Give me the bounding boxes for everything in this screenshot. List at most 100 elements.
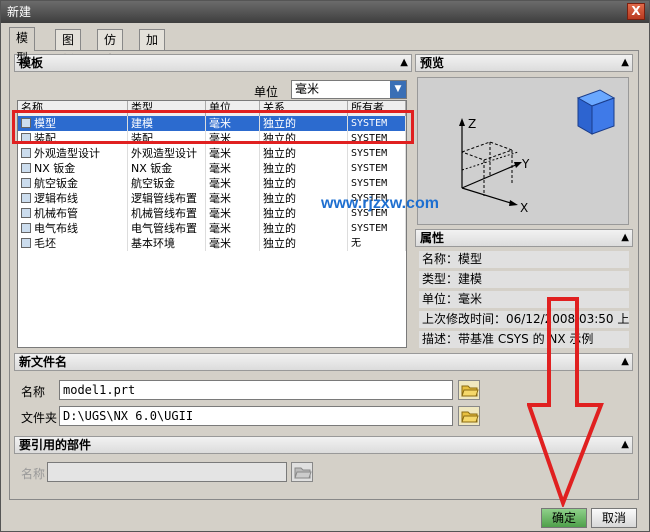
cell-name: 逻辑布线	[18, 191, 128, 206]
preview-image: Z Y X	[417, 77, 629, 225]
unit-label: 单位	[254, 85, 279, 99]
cell-name-text: 机械布管	[34, 207, 78, 220]
column-header-name[interactable]: 名称	[18, 101, 128, 116]
template-icon	[21, 178, 31, 188]
cell-name: 毛坯	[18, 236, 128, 251]
properties-header[interactable]: 属性 ▲	[415, 229, 633, 247]
cell-type: 航空钣金	[128, 176, 206, 191]
cell-name-text: NX 钣金	[34, 162, 76, 175]
cell-unit: 毫米	[206, 161, 260, 176]
list-item[interactable]: 航空钣金 航空钣金 毫米 独立的 SYSTEM	[18, 176, 406, 191]
list-item[interactable]: 模型 建模 毫米 独立的 SYSTEM	[18, 116, 406, 131]
list-item[interactable]: NX 钣金 NX 钣金 毫米 独立的 SYSTEM	[18, 161, 406, 176]
cell-type: NX 钣金	[128, 161, 206, 176]
browse-name-button[interactable]	[458, 380, 480, 400]
filename-input[interactable]: model1.prt	[59, 380, 453, 400]
cell-unit-text: 毫米	[209, 207, 231, 220]
template-icon	[21, 208, 31, 218]
cell-name: 机械布管	[18, 206, 128, 221]
cell-type: 基本环境	[128, 236, 206, 251]
list-item[interactable]: 毛坯 基本环境 毫米 独立的 无	[18, 236, 406, 251]
cell-name: 模型	[18, 116, 128, 131]
browse-folder-button[interactable]	[458, 406, 480, 426]
list-item[interactable]: 装配 装配 毫米 独立的 SYSTEM	[18, 131, 406, 146]
cell-unit-text: 毫米	[209, 147, 231, 160]
cell-relation-text: 独立的	[263, 147, 296, 160]
tab-manufacturing[interactable]: 加工	[139, 29, 166, 67]
close-button[interactable]: X	[627, 3, 645, 20]
cell-owner: SYSTEM	[348, 221, 406, 236]
prop-type: 类型：建模	[419, 271, 629, 288]
cell-type: 机械管线布置	[128, 206, 206, 221]
cell-relation-text: 独立的	[263, 207, 296, 220]
ok-button[interactable]: 确定	[541, 508, 587, 528]
cell-name-text: 航空钣金	[34, 177, 78, 190]
folder-input[interactable]: D:\UGS\NX 6.0\UGII	[59, 406, 453, 426]
cell-relation-text: 独立的	[263, 117, 296, 130]
cell-owner: SYSTEM	[348, 146, 406, 161]
cell-type-text: 基本环境	[131, 237, 175, 250]
list-item[interactable]: 外观造型设计 外观造型设计 毫米 独立的 SYSTEM	[18, 146, 406, 161]
cell-relation: 独立的	[260, 236, 348, 251]
cell-owner-text: SYSTEM	[351, 163, 388, 174]
list-item[interactable]: 电气布线 电气管线布置 毫米 独立的 SYSTEM	[18, 221, 406, 236]
column-header-owner[interactable]: 所有者	[348, 101, 406, 116]
cell-type: 电气管线布置	[128, 221, 206, 236]
prop-name: 名称：模型	[419, 251, 629, 268]
tab-simulation[interactable]: 仿真	[97, 29, 124, 67]
cell-owner-text: SYSTEM	[351, 178, 388, 189]
cell-type: 建模	[128, 116, 206, 131]
cell-unit: 毫米	[206, 131, 260, 146]
template-icon	[21, 238, 31, 248]
collapse-icon[interactable]: ▲	[621, 55, 629, 71]
cell-unit: 毫米	[206, 176, 260, 191]
collapse-icon[interactable]: ▲	[621, 354, 629, 370]
title-bar[interactable]: 新建 X	[1, 1, 649, 23]
tab-drawing[interactable]: 图纸	[55, 29, 82, 67]
ref-name-label: 名称	[21, 467, 46, 481]
red-arrow-annotation	[527, 297, 604, 507]
preview-header[interactable]: 预览 ▲	[415, 54, 633, 72]
solid-block-icon	[576, 89, 616, 135]
browse-ref-button	[291, 462, 313, 482]
cell-owner: 无	[348, 236, 406, 251]
column-header-unit[interactable]: 单位	[206, 101, 260, 116]
templates-header[interactable]: 模板 ▲	[14, 54, 412, 72]
cell-relation: 独立的	[260, 116, 348, 131]
collapse-icon[interactable]: ▲	[400, 55, 408, 71]
csys-preview-icon: Z Y X	[459, 89, 616, 215]
folder-open-icon	[461, 385, 479, 397]
cell-owner-text: SYSTEM	[351, 223, 388, 234]
cell-unit-text: 毫米	[209, 162, 231, 175]
cell-relation-text: 独立的	[263, 222, 296, 235]
collapse-icon[interactable]: ▲	[621, 230, 629, 246]
cell-owner: SYSTEM	[348, 131, 406, 146]
cell-type-text: NX 钣金	[131, 162, 173, 175]
cell-type-text: 装配	[131, 132, 153, 145]
cell-unit: 毫米	[206, 206, 260, 221]
tab-model[interactable]: 模型	[9, 27, 36, 65]
column-header-relation[interactable]: 关系	[260, 101, 348, 116]
chevron-down-icon[interactable]: ▼	[390, 81, 406, 98]
cell-relation-text: 独立的	[263, 192, 296, 205]
cell-unit-text: 毫米	[209, 222, 231, 235]
template-icon	[21, 148, 31, 158]
cell-owner-text: SYSTEM	[351, 148, 388, 159]
cell-relation: 独立的	[260, 146, 348, 161]
column-header-type[interactable]: 类型	[128, 101, 206, 116]
list-header: 名称 类型 单位 关系 所有者	[18, 101, 406, 116]
cancel-button[interactable]: 取消	[591, 508, 637, 528]
cell-unit: 毫米	[206, 191, 260, 206]
collapse-icon[interactable]: ▲	[621, 437, 629, 453]
cell-name-text: 装配	[34, 132, 56, 145]
template-list[interactable]: 名称 类型 单位 关系 所有者 模型 建模 毫米 独立的 SYSTEM 装配 装配 毫米 独立的…	[17, 100, 407, 348]
cell-owner: SYSTEM	[348, 116, 406, 131]
template-icon	[21, 163, 31, 173]
template-icon	[21, 193, 31, 203]
cell-owner: SYSTEM	[348, 161, 406, 176]
axis-y-label: Y	[521, 157, 530, 171]
unit-select[interactable]: 毫米 ▼	[291, 80, 407, 99]
properties-heading: 属性	[420, 231, 445, 245]
cell-type: 装配	[128, 131, 206, 146]
cell-name: 电气布线	[18, 221, 128, 236]
